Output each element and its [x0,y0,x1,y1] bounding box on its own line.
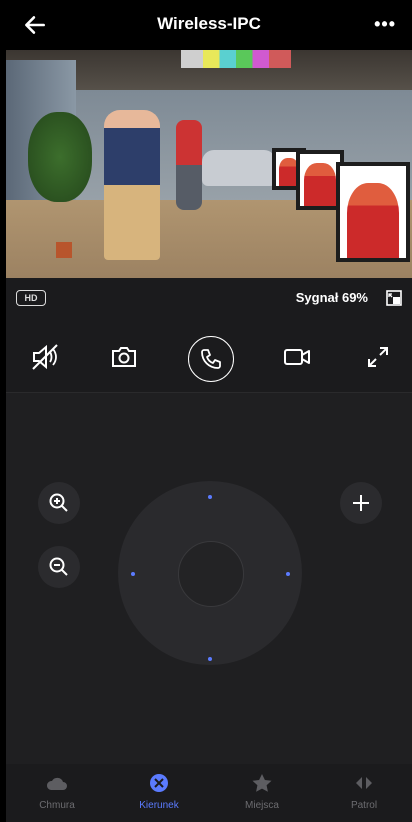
joystick-center[interactable] [178,541,244,607]
star-icon [252,774,272,792]
tab-patrol[interactable]: Patrol [324,772,404,811]
zoom-out-icon [49,557,68,576]
zoom-in-button[interactable] [38,482,80,524]
expand-icon[interactable] [363,342,393,372]
tab-places-label: Miejsca [245,800,279,811]
top-bar: Wireless-IPC ••• [6,0,412,50]
video-plant [28,112,92,202]
tab-cloud[interactable]: Chmura [17,772,97,811]
camera-icon[interactable] [109,342,139,372]
video-record-icon[interactable] [282,342,312,372]
hd-quality-badge[interactable]: HD [16,290,46,306]
tab-direction[interactable]: Kierunek [119,772,199,811]
video-portrait-3 [336,162,410,262]
camera-live-view[interactable] [6,50,412,278]
tab-cloud-label: Chmura [39,800,75,811]
tab-patrol-label: Patrol [350,800,378,811]
signal-strength-text: Sygnał 69% [295,290,368,305]
add-preset-button[interactable] [340,482,382,524]
call-button[interactable] [188,336,234,382]
pan-left-indicator[interactable] [131,572,135,576]
pan-right-indicator[interactable] [286,572,290,576]
phone-icon [201,349,221,369]
bottom-tab-bar: Chmura Kierunek Miejsca Patrol [6,764,412,822]
video-mannequin [104,110,160,260]
zoom-in-icon [49,493,68,512]
plus-icon [353,495,369,511]
pan-up-indicator[interactable] [208,495,212,499]
video-pot [56,242,72,258]
patrol-icon [356,777,372,789]
app-screen: Wireless-IPC ••• HD Sygnał 69% Chmura Ki… [6,0,412,822]
camera-controls-bar [6,330,412,390]
speaker-muted-icon[interactable] [30,342,60,372]
tab-places[interactable]: Miejsca [222,772,302,811]
pan-down-indicator[interactable] [208,657,212,661]
video-car [202,150,276,186]
tab-direction-label: Kierunek [139,800,179,811]
page-title: Wireless-IPC [157,14,261,33]
picture-in-picture-icon[interactable] [386,290,402,306]
cloud-icon [46,777,67,790]
video-test-chart [181,50,291,68]
direction-icon [150,774,168,792]
zoom-out-button[interactable] [38,546,80,588]
video-person [176,120,202,210]
more-options-button[interactable]: ••• [374,14,396,35]
